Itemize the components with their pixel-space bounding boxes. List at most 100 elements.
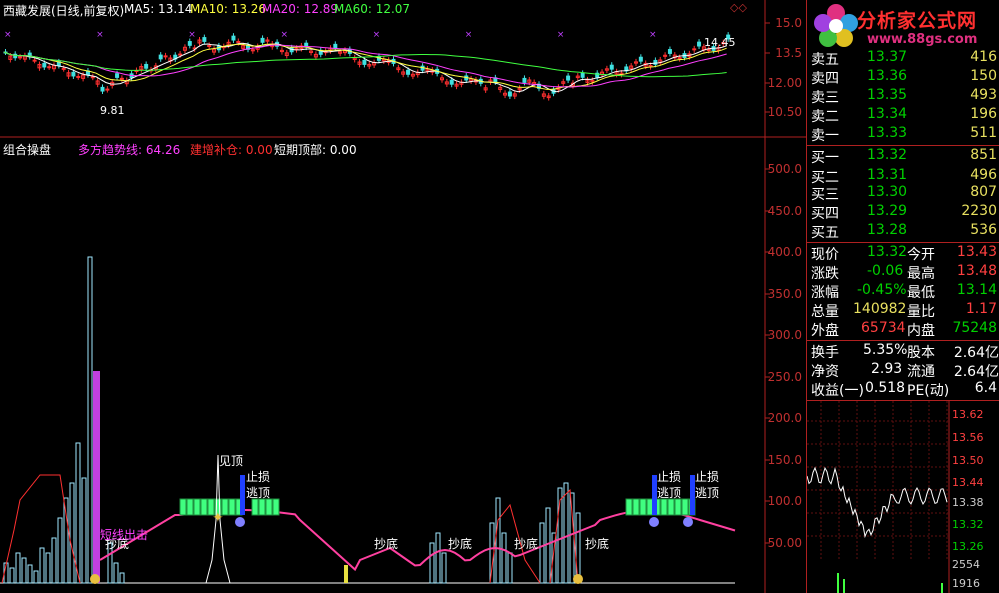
ind-axis-300: 300.0	[767, 328, 802, 342]
green-block	[639, 498, 647, 516]
candle-body	[566, 75, 571, 81]
site-logo: 分析家公式网 www.88gs.com	[807, 0, 999, 52]
window-controls-icon[interactable]: ◇◇	[730, 1, 747, 14]
signal-marker: ×	[4, 30, 12, 40]
mini-axis-1: 13.56	[952, 431, 984, 444]
ind-axis-50: 50.00	[767, 536, 802, 550]
ma60-legend: MA60: 12.07	[334, 2, 411, 16]
price-high-marker: 14.45	[704, 36, 736, 49]
indicator-add: 建增补仓: 0.00	[190, 143, 273, 157]
histogram-bar	[39, 547, 45, 584]
orb-icon	[683, 517, 693, 527]
histogram-bar	[9, 567, 15, 584]
candle-body	[697, 41, 702, 47]
green-block	[258, 498, 266, 516]
green-block	[660, 498, 668, 516]
candle-body	[333, 43, 338, 49]
signal-marker: ×	[649, 30, 657, 40]
candle-body	[231, 35, 236, 41]
ma20-legend: MA20: 12.89	[262, 2, 339, 16]
histogram-bar	[429, 542, 435, 584]
ind-axis-150: 150.0	[767, 453, 802, 467]
sell-row-2: 卖二 13.34 196	[811, 106, 997, 125]
candle-body	[580, 72, 585, 78]
candle-body	[105, 88, 110, 91]
sell-row-1: 卖一 13.33 511	[811, 125, 997, 144]
indicator-title: 组合操盘	[3, 143, 52, 157]
stat-row-change: 涨跌 -0.06 最高 13.48	[811, 263, 997, 282]
flower-logo-icon	[814, 4, 858, 47]
indicator-trend: 多方趋势线: 64.26	[78, 143, 181, 157]
mini-volume-bar	[941, 583, 943, 593]
candle-body	[61, 67, 66, 70]
candle-body	[187, 41, 192, 46]
buy-row-5: 买五 13.28 536	[811, 222, 997, 241]
price-axis-10-5: 10.50	[767, 105, 802, 119]
histogram-bar	[569, 492, 575, 584]
mini-axis-0: 13.62	[952, 408, 984, 421]
stat-row-volume: 总量 140982 量比 1.17	[811, 301, 997, 320]
green-block	[681, 498, 689, 516]
green-block	[265, 498, 273, 516]
histogram-bar	[507, 552, 513, 584]
candle-body	[158, 54, 163, 60]
price-axis-15: 15.0	[775, 16, 802, 30]
fin-row-turnover: 换手 5.35% 股本 2.64亿	[811, 342, 999, 361]
ind-axis-350: 350.0	[767, 287, 802, 301]
histogram-bar	[57, 517, 63, 584]
mini-axis-2: 13.50	[952, 454, 984, 467]
ind-axis-100: 100.0	[767, 494, 802, 508]
green-block	[193, 498, 201, 516]
signal-zhisun-2: 止损	[657, 470, 682, 484]
candle-body	[71, 71, 76, 77]
histogram-bar	[501, 532, 507, 584]
histogram-bar	[33, 570, 39, 584]
signal-chaodi-2: 抄底	[374, 537, 399, 551]
candle-body	[178, 53, 183, 56]
histogram-bar	[539, 522, 545, 584]
ma5-line	[3, 42, 727, 93]
candle-body	[119, 77, 124, 80]
mini-axis-5: 13.32	[952, 518, 984, 531]
candle-body	[449, 79, 454, 85]
signal-chaodi-3: 抄底	[448, 537, 473, 551]
coin-icon	[573, 574, 583, 584]
histogram-bar	[27, 564, 33, 584]
coin-icon	[90, 574, 100, 584]
candle-body	[638, 56, 643, 62]
candle-body	[90, 76, 95, 79]
chart-area[interactable]: × × × × × × × × ✦ 西藏发展(日线,前复权) MA5: 13.14 MA10: …	[0, 0, 806, 593]
fin-row-eps: 收益(一) 0.518 PE(动) 6.4	[811, 380, 997, 399]
price-axis-12: 12.00	[767, 76, 802, 90]
mini-volume-bar	[837, 573, 839, 593]
histogram-bar	[51, 537, 57, 584]
signal-marker: ×	[280, 30, 288, 40]
histogram-bar	[75, 442, 81, 584]
signal-jianding: 见顶	[219, 454, 244, 468]
buy-row-3: 买三 13.30 807	[811, 184, 997, 203]
fin-row-netasset: 净资 2.93 流通 2.64亿	[811, 361, 999, 380]
green-block	[186, 498, 194, 516]
mini-axis-4: 13.38	[952, 496, 984, 509]
candle-body	[706, 48, 711, 51]
histogram-bar	[21, 557, 27, 584]
candle-body	[100, 86, 105, 92]
candle-body	[47, 66, 52, 69]
blue-signal-bar	[240, 475, 245, 515]
yellow-marker	[344, 565, 348, 583]
stat-row-inout: 外盘 65734 内盘 75248	[811, 320, 997, 339]
histogram-bar	[45, 552, 51, 584]
green-block	[251, 498, 259, 516]
histogram-bar	[81, 477, 87, 584]
intraday-line	[807, 466, 948, 539]
candle-body	[202, 37, 207, 42]
sell-row-4: 卖四 13.36 150	[811, 68, 997, 87]
candle-body	[207, 45, 212, 48]
candle-body	[362, 59, 367, 65]
mini-vol-axis-0: 2554	[952, 558, 980, 571]
signal-chaodi-5: 抄底	[585, 537, 610, 551]
candle-body	[163, 55, 168, 58]
ind-axis-500: 500.0	[767, 162, 802, 176]
chart-canvas[interactable]: × × × × × × × × ✦	[0, 0, 806, 593]
green-block	[272, 498, 280, 516]
